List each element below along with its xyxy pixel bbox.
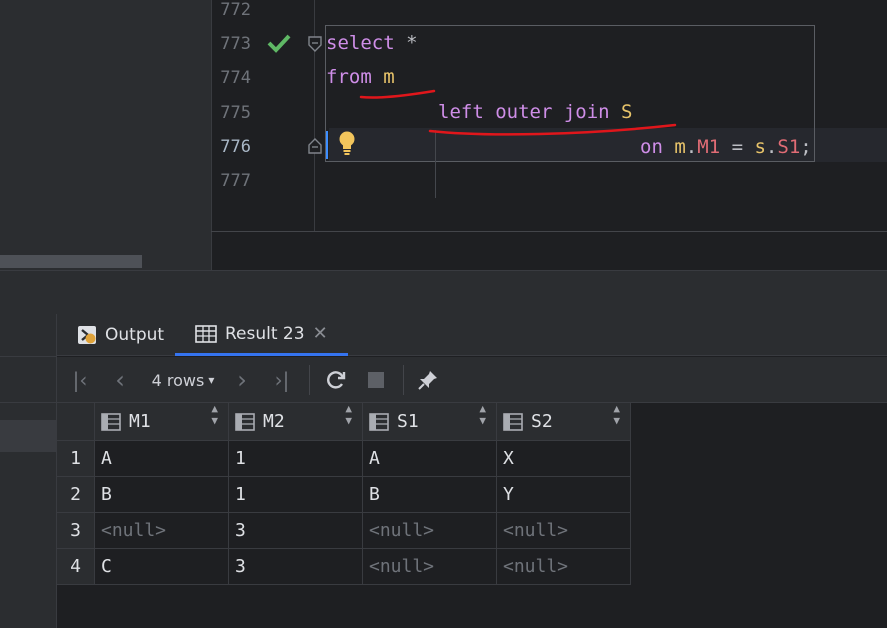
row-number[interactable]: 2 [57, 477, 95, 513]
column-header-s2[interactable]: S2 ▲ ▼ [497, 403, 631, 441]
tab-label: Output [105, 325, 165, 345]
row-number[interactable]: 4 [57, 549, 95, 585]
chevron-down-icon: ▾ [208, 373, 215, 387]
line-number: 772 [220, 0, 251, 20]
prev-page-icon[interactable]: ‹ [107, 365, 133, 395]
services-tree [0, 314, 57, 628]
column-name: S1 [397, 410, 419, 432]
indent-guide [435, 130, 436, 198]
horizontal-scrollbar[interactable] [0, 255, 142, 268]
tab-result[interactable]: Result 23 ✕ [175, 314, 348, 356]
line-number: 775 [220, 103, 251, 123]
rows-count-dropdown[interactable]: 4 rows ▾ [145, 365, 221, 395]
line-number: 773 [220, 34, 251, 54]
tree-item-selected[interactable] [0, 420, 56, 452]
lightbulb-icon[interactable] [337, 130, 357, 156]
output-icon [78, 326, 96, 344]
toolbar-separator [309, 365, 310, 395]
column-header-m1[interactable]: M1 ▲ ▼ [95, 403, 229, 441]
column-header-s1[interactable]: S1 ▲ ▼ [363, 403, 497, 441]
operator: = [720, 136, 755, 158]
table-cell-null[interactable]: <null> [363, 513, 497, 549]
splitter-area [0, 270, 887, 315]
column-header-m2[interactable]: M2 ▲ ▼ [229, 403, 363, 441]
line-number: 774 [220, 68, 251, 88]
column-icon [369, 412, 389, 431]
column-name: M2 [263, 410, 285, 432]
results-toolbar: |‹ ‹ 4 rows ▾ › ›| [57, 357, 887, 403]
table-cell[interactable]: B [363, 477, 497, 513]
table-cell[interactable]: C [95, 549, 229, 585]
rows-count-label: 4 rows [151, 370, 205, 390]
column-ref: M1 [697, 136, 721, 158]
table-icon [195, 324, 217, 343]
line-number: 777 [220, 171, 251, 191]
fold-end-icon[interactable] [307, 137, 323, 155]
editor-bottom-border [211, 231, 887, 232]
table-cell-null[interactable]: <null> [363, 549, 497, 585]
table-cell-null[interactable]: <null> [497, 513, 631, 549]
column-ref: S1 [777, 136, 801, 158]
table-cell[interactable]: Y [497, 477, 631, 513]
sort-icon[interactable]: ▲ ▼ [613, 403, 620, 427]
annotation-underline [359, 89, 677, 136]
table-cell-null[interactable]: <null> [95, 513, 229, 549]
table-cell[interactable]: 3 [229, 513, 363, 549]
column-name: S2 [531, 410, 553, 432]
toolbar-separator [403, 365, 404, 395]
fold-start-icon[interactable] [307, 35, 323, 53]
tab-label: Result 23 [225, 323, 305, 344]
stop-icon[interactable] [363, 365, 389, 395]
table-cell[interactable]: 1 [229, 441, 363, 477]
column-icon [235, 412, 255, 431]
close-icon[interactable]: ✕ [313, 323, 328, 344]
table-cell[interactable]: A [95, 441, 229, 477]
last-page-icon[interactable]: ›| [269, 365, 295, 395]
column-icon [503, 412, 523, 431]
next-page-icon[interactable]: › [229, 365, 255, 395]
pin-icon[interactable] [415, 365, 441, 395]
left-panel [0, 0, 211, 270]
keyword: select [326, 32, 395, 54]
table-cell-null[interactable]: <null> [497, 549, 631, 585]
grid-corner [57, 403, 95, 441]
divider [0, 356, 56, 357]
text-caret [326, 131, 328, 159]
semicolon: ; [800, 136, 812, 158]
table-cell[interactable]: X [497, 441, 631, 477]
dot: . [765, 136, 778, 158]
check-icon[interactable] [267, 33, 291, 53]
code-line-773[interactable]: select * [326, 32, 418, 54]
column-name: M1 [129, 410, 151, 432]
table-cell[interactable]: 1 [229, 477, 363, 513]
operator: * [394, 32, 418, 54]
sort-icon[interactable]: ▲ ▼ [211, 403, 218, 427]
table-cell[interactable]: A [363, 441, 497, 477]
sort-icon[interactable]: ▲ ▼ [345, 403, 352, 427]
divider [0, 402, 56, 403]
table-cell[interactable]: B [95, 477, 229, 513]
table-cell[interactable]: 3 [229, 549, 363, 585]
tab-output[interactable]: Output [77, 314, 164, 356]
line-number-current: 776 [220, 137, 251, 157]
refresh-icon[interactable] [323, 365, 349, 395]
results-tabbar: Output Result 23 ✕ [57, 314, 887, 356]
row-number[interactable]: 1 [57, 441, 95, 477]
sort-icon[interactable]: ▲ ▼ [479, 403, 486, 427]
column-icon [101, 412, 121, 431]
row-number[interactable]: 3 [57, 513, 95, 549]
dot: . [685, 136, 698, 158]
first-page-icon[interactable]: |‹ [67, 365, 93, 395]
table-alias: s [754, 136, 766, 158]
